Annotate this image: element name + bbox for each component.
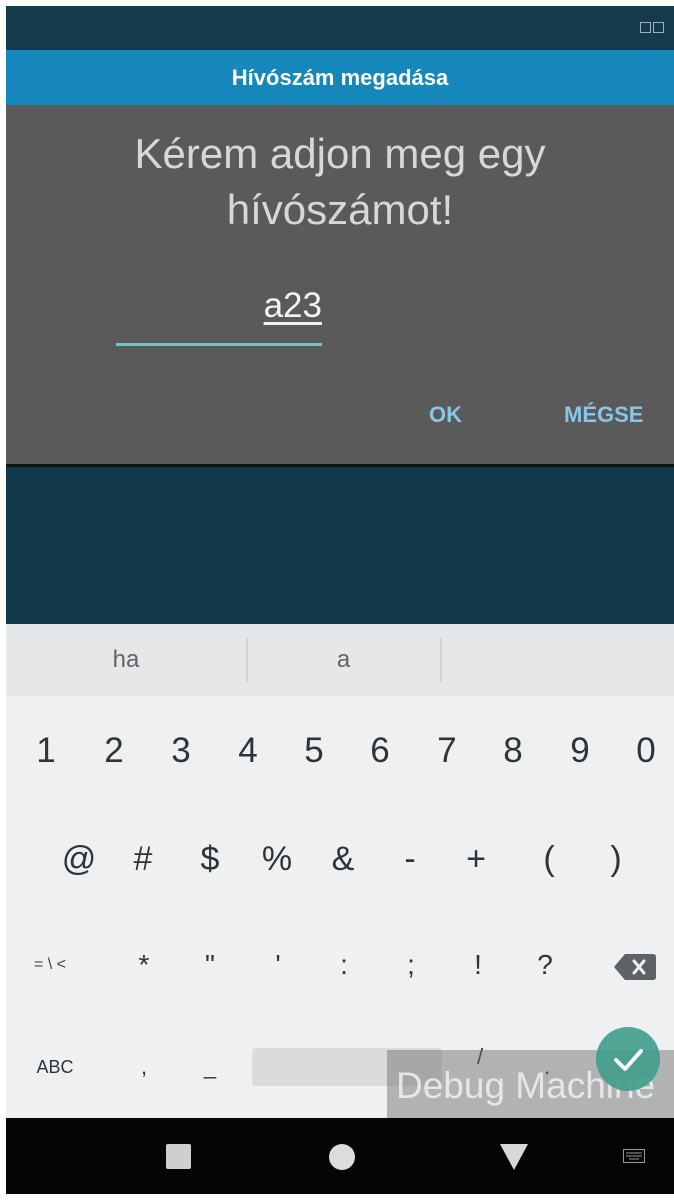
- app-screen: Hívószám megadása Kérem adjon meg egy hí…: [6, 6, 674, 1194]
- cancel-button[interactable]: MÉGSE: [564, 402, 643, 428]
- key-ampersand[interactable]: &: [321, 820, 365, 898]
- phone-number-input[interactable]: a23: [116, 284, 322, 346]
- key-dollar[interactable]: $: [188, 820, 232, 898]
- dialog-bottom-border: [6, 464, 674, 467]
- key-3[interactable]: 3: [159, 712, 203, 790]
- phone-number-dialog: Hívószám megadása Kérem adjon meg egy hí…: [6, 50, 674, 466]
- phone-number-input-value: a23: [263, 286, 322, 325]
- key-5[interactable]: 5: [292, 712, 336, 790]
- home-icon[interactable]: [329, 1144, 355, 1170]
- navigation-bar: [6, 1118, 674, 1194]
- key-8[interactable]: 8: [491, 712, 535, 790]
- key-question[interactable]: ?: [523, 926, 567, 1004]
- key-underscore[interactable]: _: [188, 1028, 232, 1106]
- suggestion-item[interactable]: a: [246, 624, 441, 696]
- key-1[interactable]: 1: [24, 712, 68, 790]
- key-colon[interactable]: :: [322, 926, 366, 1004]
- key-comma[interactable]: ,: [122, 1028, 166, 1106]
- key-semicolon[interactable]: ;: [389, 926, 433, 1004]
- key-double-quote[interactable]: ": [188, 926, 232, 1004]
- dialog-message: Kérem adjon meg egy hívószámot!: [134, 130, 546, 233]
- status-bar: [6, 6, 674, 48]
- key-right-paren[interactable]: ): [594, 820, 638, 898]
- status-icons: [640, 22, 664, 33]
- enter-check-icon[interactable]: [596, 1027, 660, 1091]
- suggestion-item[interactable]: ha: [6, 624, 246, 696]
- key-minus[interactable]: -: [388, 820, 432, 898]
- status-window-icon: [640, 22, 651, 33]
- key-exclamation[interactable]: !: [456, 926, 500, 1004]
- ok-button[interactable]: OK: [429, 402, 462, 428]
- suggestion-item[interactable]: [441, 624, 674, 696]
- key-7[interactable]: 7: [425, 712, 469, 790]
- key-abc[interactable]: ABC: [24, 1028, 86, 1106]
- key-apostrophe[interactable]: ': [256, 926, 300, 1004]
- dialog-title: Hívószám megadása: [6, 50, 674, 105]
- keyboard-switch-icon[interactable]: [623, 1149, 645, 1163]
- soft-keyboard: ha a 1 2 3 4 5 6 7 8 9 0 @ # $ % & - + (: [6, 624, 674, 1118]
- check-icon: [614, 1049, 643, 1071]
- key-left-paren[interactable]: (: [527, 820, 571, 898]
- key-hash[interactable]: #: [121, 820, 165, 898]
- back-icon[interactable]: [500, 1144, 528, 1170]
- key-0[interactable]: 0: [624, 712, 668, 790]
- recent-apps-icon[interactable]: [166, 1144, 191, 1169]
- key-9[interactable]: 9: [558, 712, 602, 790]
- key-percent[interactable]: %: [255, 820, 299, 898]
- key-2[interactable]: 2: [92, 712, 136, 790]
- key-4[interactable]: 4: [226, 712, 270, 790]
- backspace-icon[interactable]: [613, 952, 657, 982]
- status-window-icon: [653, 22, 664, 33]
- suggestion-bar: ha a: [6, 624, 674, 696]
- key-asterisk[interactable]: *: [122, 926, 166, 1004]
- key-more-symbols[interactable]: = \ <: [18, 926, 82, 1004]
- key-plus[interactable]: +: [454, 820, 498, 898]
- key-6[interactable]: 6: [358, 712, 402, 790]
- key-at[interactable]: @: [54, 820, 104, 898]
